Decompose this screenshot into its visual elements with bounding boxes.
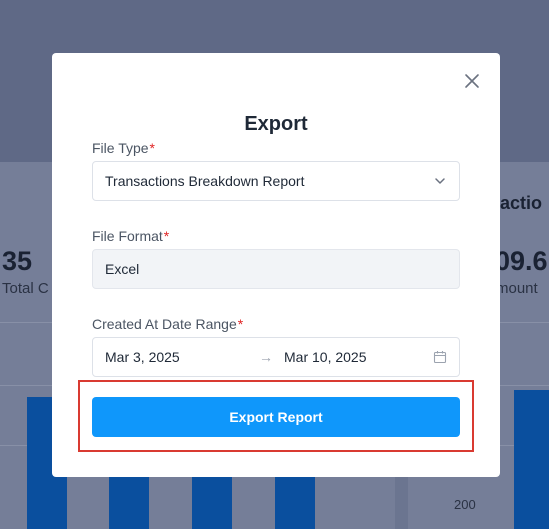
required-mark: * (163, 228, 170, 244)
chart-bar (514, 390, 549, 529)
stat-value-right: 09.6 (495, 246, 548, 276)
chart-bar (192, 470, 232, 529)
date-range-start[interactable]: Mar 3, 2025 (105, 349, 259, 365)
date-range-label-text: Created At Date Range (92, 316, 237, 332)
file-type-value: Transactions Breakdown Report (105, 173, 305, 189)
export-modal: Export File Type* Transactions Breakdown… (52, 53, 500, 477)
file-format-value: Excel (105, 261, 140, 277)
file-format-label: File Format* (92, 228, 169, 244)
calendar-icon (433, 351, 447, 364)
required-mark: * (237, 316, 244, 332)
file-type-label: File Type* (92, 140, 155, 156)
chart-bar (275, 470, 315, 529)
stat-label-left: Total C (2, 280, 49, 297)
file-type-select[interactable]: Transactions Breakdown Report (92, 161, 460, 201)
chevron-down-icon (435, 178, 445, 184)
date-range-label: Created At Date Range* (92, 316, 243, 332)
date-range-end[interactable]: Mar 10, 2025 (284, 349, 433, 365)
close-icon[interactable] (464, 73, 480, 89)
date-range-picker[interactable]: Mar 3, 2025 → Mar 10, 2025 (92, 337, 460, 377)
required-mark: * (149, 140, 155, 156)
stat-value-left: 35 (2, 246, 33, 276)
file-format-label-text: File Format (92, 228, 163, 244)
file-type-label-text: File Type (92, 140, 149, 156)
chart-bar (109, 470, 149, 529)
modal-title: Export (244, 113, 308, 135)
stat-label-right: mount (496, 280, 538, 297)
file-format-select[interactable]: Excel (92, 249, 460, 289)
axis-tick-label: 200 (454, 497, 476, 512)
stat-title-right: actio (500, 193, 543, 213)
export-report-button[interactable]: Export Report (92, 397, 460, 437)
arrow-right-icon: → (259, 349, 273, 365)
